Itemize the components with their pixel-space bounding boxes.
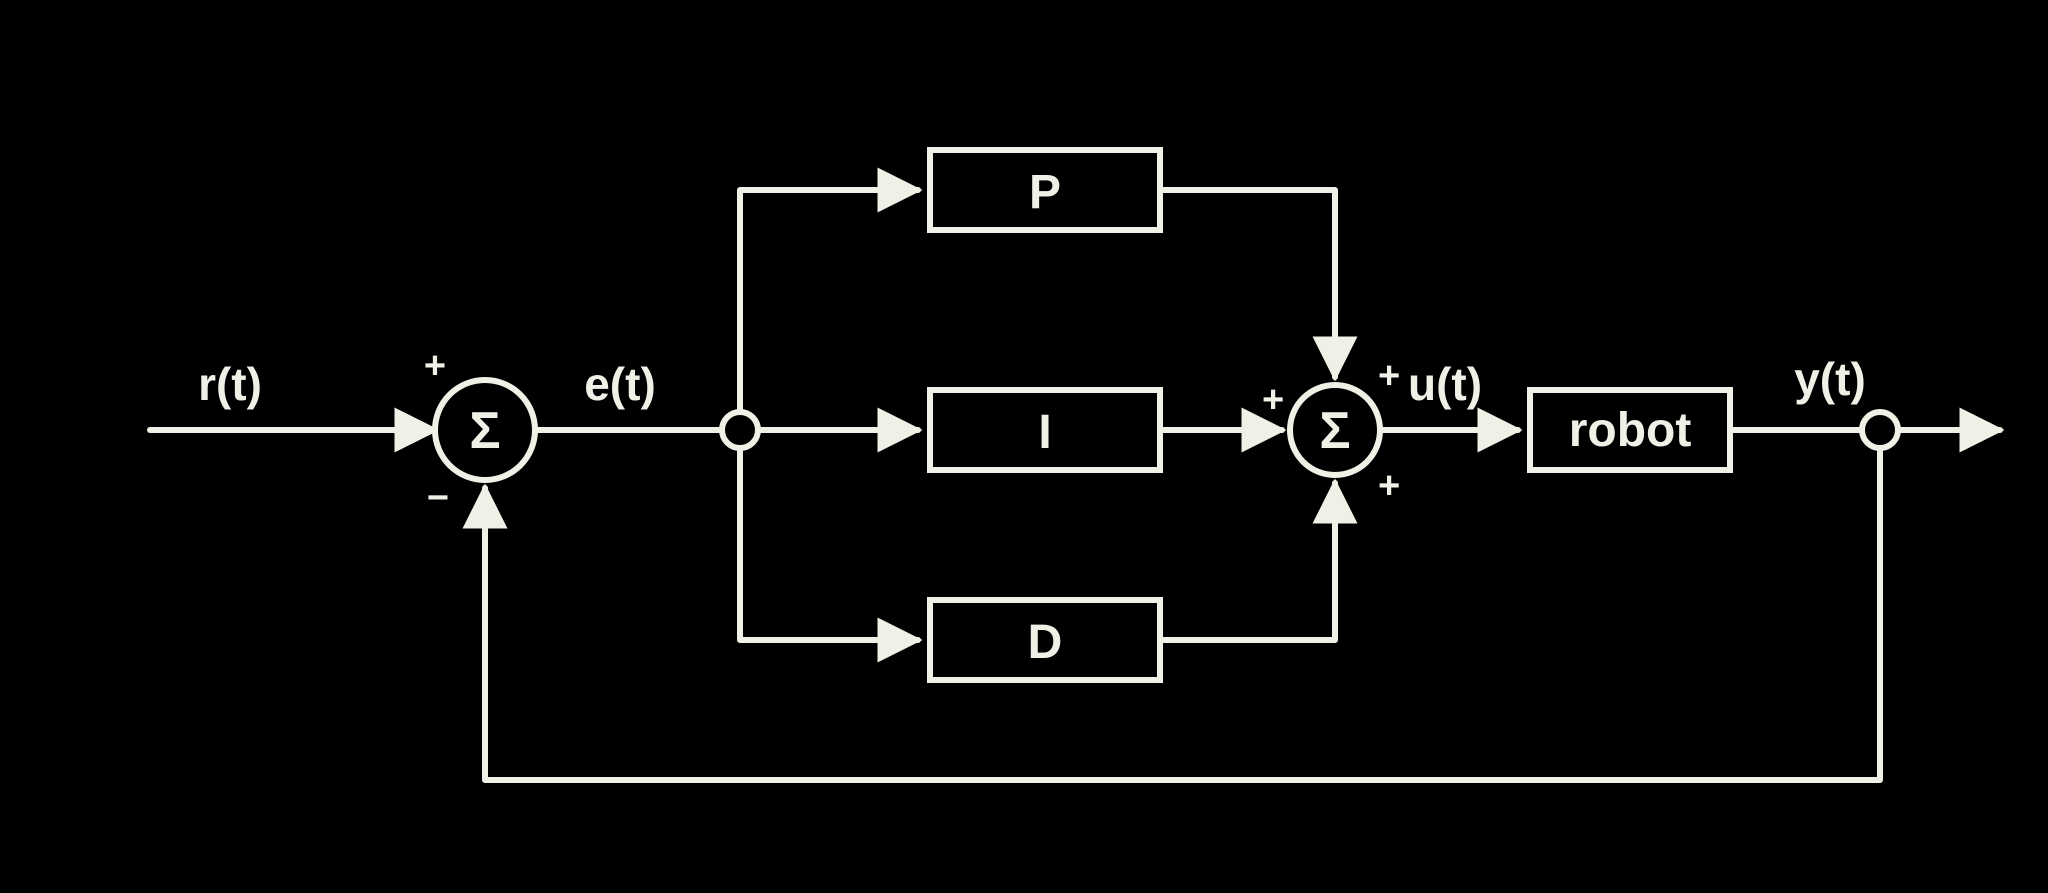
wire-branch-to-d xyxy=(740,448,918,640)
wire-p-to-sum2 xyxy=(1160,190,1335,377)
label-output: y(t) xyxy=(1794,353,1866,405)
sum2-symbol: Σ xyxy=(1319,402,1350,460)
wire-branch-to-p xyxy=(740,190,918,412)
label-control: u(t) xyxy=(1408,358,1482,410)
sum1-symbol: Σ xyxy=(469,402,500,460)
sum1-sign-minus: − xyxy=(427,477,449,519)
sum2-sign-p: + xyxy=(1378,355,1400,397)
sum1-sign-plus: + xyxy=(424,345,446,387)
sum2-sign-d: + xyxy=(1378,465,1400,507)
block-integral-label: I xyxy=(1038,406,1051,459)
label-error: e(t) xyxy=(584,358,656,410)
wire-d-to-sum2 xyxy=(1160,483,1335,640)
output-node xyxy=(1862,412,1898,448)
block-proportional-label: P xyxy=(1029,166,1061,219)
sum2-sign-i: + xyxy=(1262,379,1284,421)
label-reference: r(t) xyxy=(198,358,262,410)
block-derivative-label: D xyxy=(1028,616,1063,669)
pid-block-diagram: r(t) Σ + − e(t) P I D Σ + + + u(t) robot… xyxy=(0,0,2048,893)
branch-node xyxy=(722,412,758,448)
wire-feedback xyxy=(485,448,1880,780)
block-plant-label: robot xyxy=(1569,404,1692,457)
